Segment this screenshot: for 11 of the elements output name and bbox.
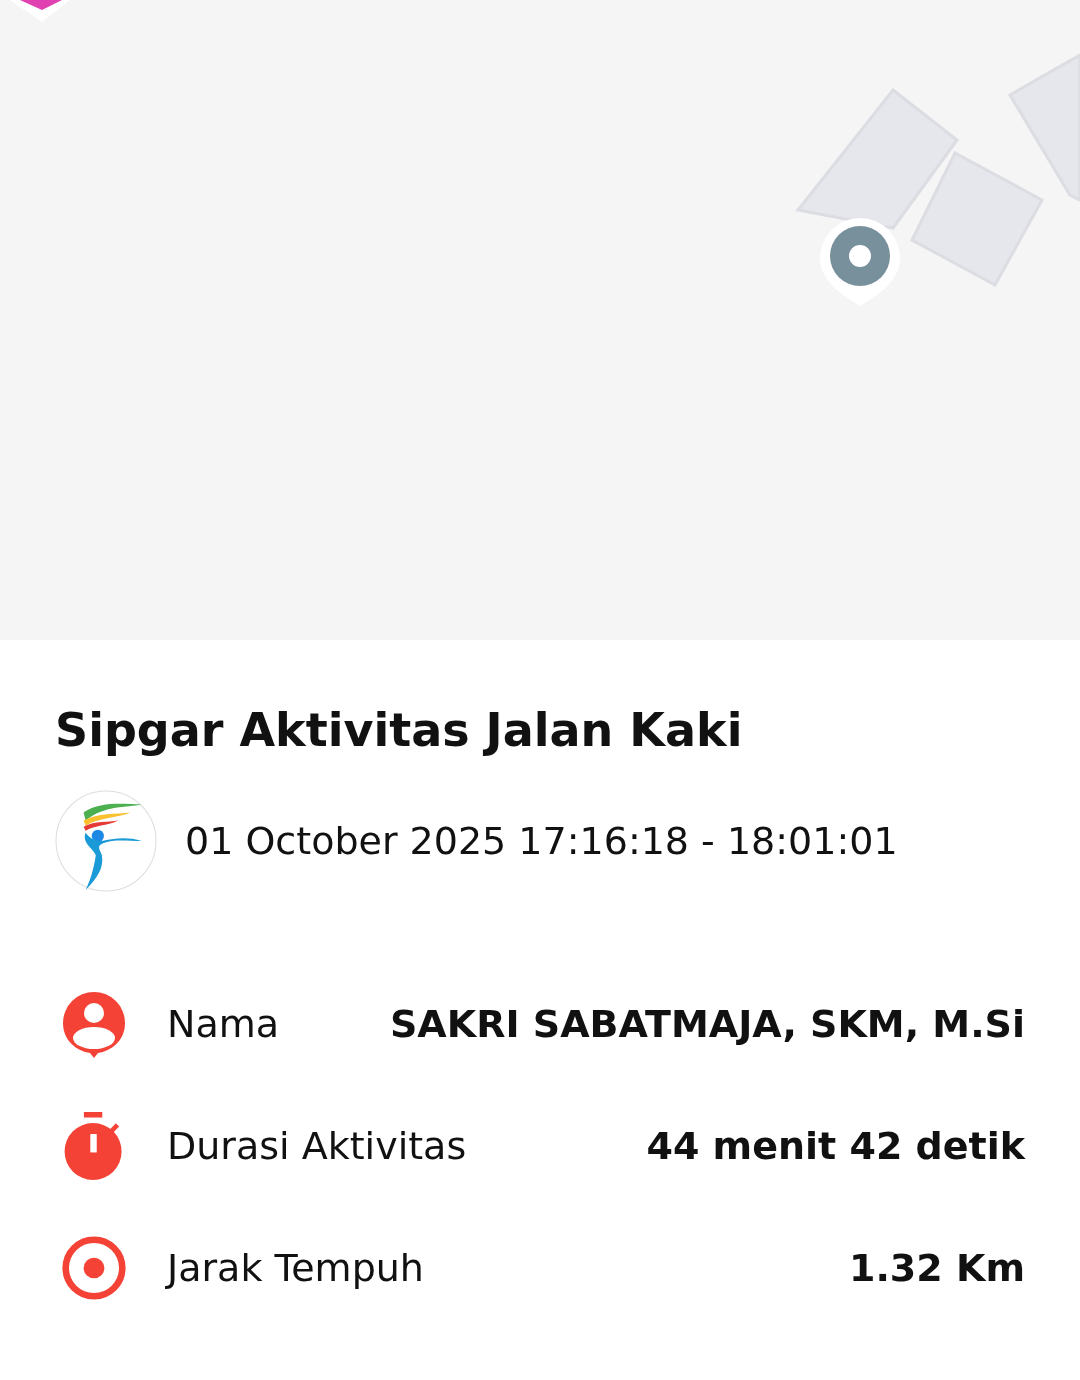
detail-label: Jarak Tempuh bbox=[167, 1246, 424, 1290]
detail-label: Nama bbox=[167, 1002, 279, 1046]
target-icon bbox=[61, 1234, 127, 1302]
detail-label: Durasi Aktivitas bbox=[167, 1124, 467, 1168]
detail-value: 1.32 Km bbox=[848, 1246, 1025, 1290]
activity-title: Sipgar Aktivitas Jalan Kaki bbox=[55, 702, 744, 758]
detail-value: 44 menit 42 detik bbox=[646, 1124, 1025, 1168]
person-icon bbox=[61, 990, 127, 1058]
activity-datetime: 01 October 2025 17:16:18 - 18:01:01 bbox=[185, 819, 898, 863]
detail-value: SAKRI SABATMAJA, SKM, M.Si bbox=[389, 1002, 1025, 1046]
runner-logo-icon bbox=[55, 790, 157, 892]
